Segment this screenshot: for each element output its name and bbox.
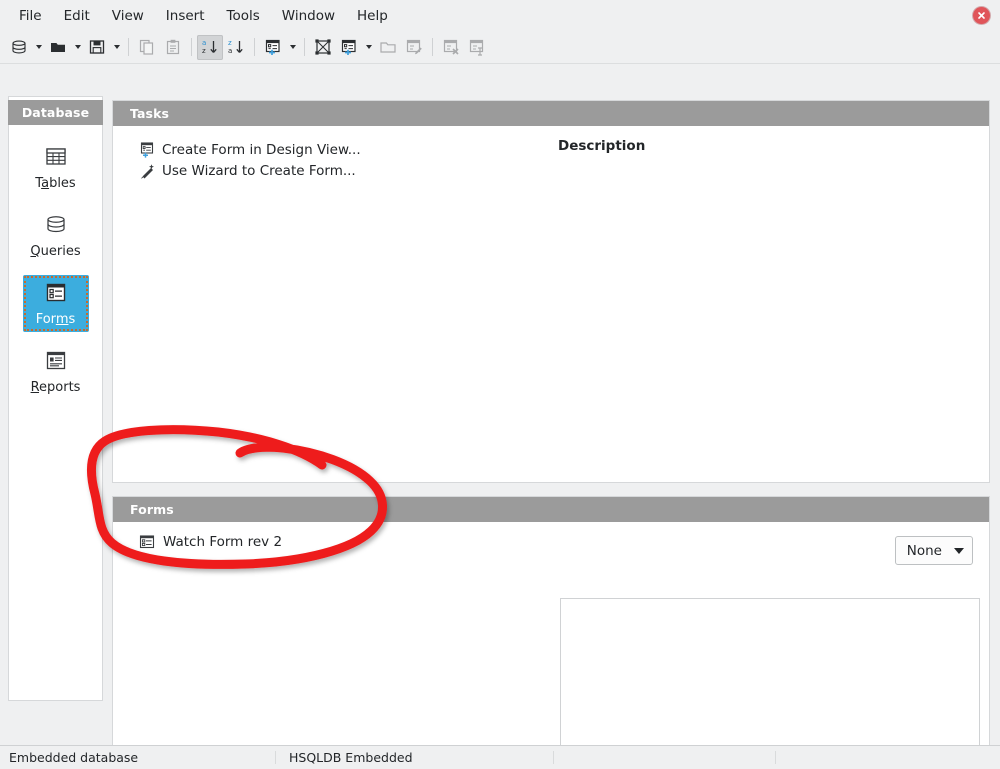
sidebar-item-tables[interactable]: Tables [23,139,89,196]
forms-panel: Forms Watch Form rev 2 None [112,496,990,769]
form-document-icon [139,534,155,550]
report-new-button[interactable] [336,35,362,60]
new-database-button[interactable] [6,35,32,60]
menu-tools[interactable]: Tools [216,4,271,28]
preview-dropdown-value: None [906,542,942,559]
toolbar-separator-3b [304,38,305,56]
queries-cylinder-icon [43,213,69,237]
status-separator-2 [553,751,554,764]
menu-file[interactable]: File [8,4,53,28]
sidebar-item-reports[interactable]: Reports [23,343,89,400]
new-database-dropdown-icon[interactable] [32,35,45,60]
open-database-button[interactable] [45,35,71,60]
save-button[interactable] [84,35,110,60]
sidebar-item-queries[interactable]: Queries [23,207,89,264]
database-pane-body: Tables Queries Forms Reports [9,125,102,700]
edit-object-button[interactable] [401,35,427,60]
task-create-form-design-view[interactable]: Create Form in Design View... [140,139,361,160]
status-database-engine: HSQLDB Embedded [289,750,413,765]
report-icon [43,349,69,373]
copy-button[interactable] [134,35,160,60]
form-new-dropdown-icon[interactable] [286,35,299,60]
libreoffice-base-window: File Edit View Insert Tools Window Help [0,0,1000,769]
sidebar-item-reports-label: Reports [30,380,81,395]
tasks-panel: Tasks Create Form in Design View... Use … [112,100,990,483]
tasks-panel-header: Tasks [113,101,989,126]
tasks-panel-body: Create Form in Design View... Use Wizard… [113,126,989,482]
sort-descending-button[interactable]: z a [223,35,249,60]
form-item-watch-form-rev-2-label: Watch Form rev 2 [163,534,283,550]
paste-button[interactable] [160,35,186,60]
preview-dropdown[interactable]: None [894,536,973,565]
form-new-button[interactable] [260,35,286,60]
open-database-dropdown-icon[interactable] [71,35,84,60]
status-separator-1 [275,751,276,764]
tasks-list: Create Form in Design View... Use Wizard… [140,139,361,181]
preview-area [560,598,980,769]
sidebar-item-forms[interactable]: Forms [22,275,89,332]
svg-text:a: a [202,39,206,47]
wand-icon [140,163,156,179]
status-bar: Embedded database HSQLDB Embedded [0,745,1000,769]
close-icon[interactable] [973,7,990,24]
save-dropdown-icon[interactable] [110,35,123,60]
svg-text:z: z [228,39,232,47]
svg-text:z: z [202,47,206,55]
forms-panel-body: Watch Form rev 2 None [113,522,989,769]
sidebar-item-forms-label: Forms [35,312,76,327]
sort-ascending-button[interactable]: a z [197,34,223,60]
toolbar-separator-1 [128,38,129,56]
database-pane-header: Database [8,100,103,125]
main-toolbar: a z z a [0,31,1000,64]
task-create-form-design-view-label: Create Form in Design View... [162,141,361,158]
sidebar-item-tables-label: Tables [35,176,76,191]
form-icon [43,281,69,305]
toolbar-separator-2 [191,38,192,56]
form-design-icon [140,141,156,158]
status-database-type: Embedded database [9,750,139,765]
menu-edit[interactable]: Edit [53,4,101,28]
toolbar-separator-4 [432,38,433,56]
menu-window[interactable]: Window [271,4,346,28]
table-grid-icon [43,145,69,169]
task-use-wizard-create-form-label: Use Wizard to Create Form... [162,162,356,179]
relationships-button[interactable] [310,35,336,60]
form-item-watch-form-rev-2[interactable]: Watch Form rev 2 [139,534,282,550]
chevron-down-icon [954,547,964,554]
delete-object-button[interactable] [438,35,464,60]
status-separator-3 [775,751,776,764]
sidebar-item-queries-label: Queries [30,244,81,259]
menu-view[interactable]: View [101,4,155,28]
toolbar-separator-3 [254,38,255,56]
workspace: Database Tables Queries Forms Reports Ta… [0,64,1000,769]
open-object-button[interactable] [375,35,401,60]
report-new-dropdown-icon[interactable] [362,35,375,60]
rename-object-button[interactable] [464,35,490,60]
menu-help[interactable]: Help [346,4,399,28]
menu-bar: File Edit View Insert Tools Window Help [0,0,1000,31]
svg-text:a: a [228,47,232,55]
description-title: Description [558,138,646,154]
forms-panel-header: Forms [113,497,989,522]
task-use-wizard-create-form[interactable]: Use Wizard to Create Form... [140,160,361,181]
menu-insert[interactable]: Insert [155,4,216,28]
